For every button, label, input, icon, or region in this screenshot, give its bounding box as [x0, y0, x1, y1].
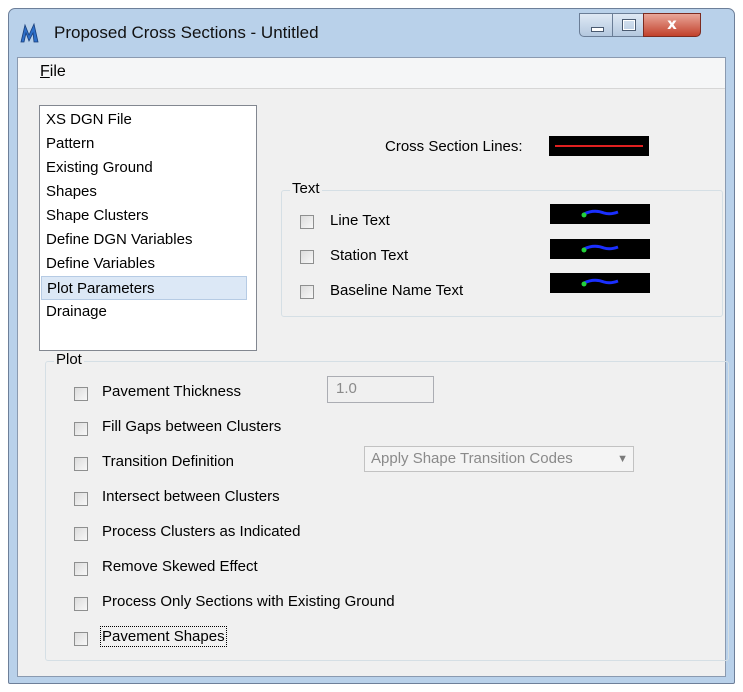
text-symbol-icon — [581, 209, 619, 218]
cross-section-lines-symbology[interactable] — [549, 136, 649, 156]
title-bar[interactable]: Proposed Cross Sections - Untitled x — [9, 9, 734, 57]
list-item-plot-parameters[interactable]: Plot Parameters — [41, 276, 247, 300]
text-symbol-icon — [581, 278, 619, 287]
remove-skewed-effect-label: Remove Skewed Effect — [102, 558, 258, 575]
plot-group: Plot Pavement Thickness 1.0 Fill Gaps be… — [45, 351, 729, 661]
menu-file-label: ile — [49, 63, 66, 80]
menu-file[interactable]: File — [40, 63, 66, 81]
pavement-shapes-label: Pavement Shapes — [100, 626, 227, 647]
cross-section-lines-label: Cross Section Lines: — [385, 138, 523, 155]
list-item-xs-dgn-file[interactable]: XS DGN File — [41, 108, 252, 132]
intersect-between-clusters-label: Intersect between Clusters — [102, 488, 280, 505]
window-title: Proposed Cross Sections - Untitled — [54, 23, 319, 42]
list-item-shapes[interactable]: Shapes — [41, 180, 252, 204]
minimize-icon — [591, 27, 604, 32]
proposed-cross-sections-window: Proposed Cross Sections - Untitled x Fil… — [8, 8, 735, 684]
pavement-thickness-input[interactable]: 1.0 — [327, 376, 434, 403]
plot-group-label: Plot — [54, 351, 84, 368]
list-item-pattern[interactable]: Pattern — [41, 132, 252, 156]
red-line-sample — [555, 145, 643, 147]
close-button[interactable]: x — [643, 13, 701, 37]
list-item-define-variables[interactable]: Define Variables — [41, 252, 252, 276]
close-icon: x — [667, 15, 677, 33]
intersect-between-clusters-checkbox[interactable] — [74, 492, 88, 506]
process-clusters-label: Process Clusters as Indicated — [102, 523, 301, 540]
transition-definition-checkbox[interactable] — [74, 457, 88, 471]
maximize-button[interactable] — [612, 13, 644, 37]
line-text-symbology[interactable] — [550, 204, 650, 224]
station-text-symbology[interactable] — [550, 239, 650, 259]
list-item-shape-clusters[interactable]: Shape Clusters — [41, 204, 252, 228]
chevron-down-icon: ▼ — [617, 453, 628, 465]
process-only-sections-checkbox[interactable] — [74, 597, 88, 611]
menu-bar: File — [18, 58, 725, 89]
pavement-shapes-checkbox[interactable] — [74, 632, 88, 646]
text-symbol-icon — [581, 244, 619, 253]
list-item-existing-ground[interactable]: Existing Ground — [41, 156, 252, 180]
line-text-label: Line Text — [330, 212, 390, 229]
text-group-label: Text — [290, 180, 322, 197]
text-group: Text Line Text Station Text Baseline Nam… — [281, 180, 723, 317]
transition-definition-label: Transition Definition — [102, 453, 235, 470]
process-only-sections-label: Process Only Sections with Existing Grou… — [102, 593, 395, 610]
baseline-name-text-checkbox[interactable] — [300, 285, 314, 299]
baseline-name-text-label: Baseline Name Text — [330, 282, 464, 299]
category-list[interactable]: XS DGN File Pattern Existing Ground Shap… — [39, 105, 257, 351]
maximize-icon — [623, 20, 635, 30]
pavement-thickness-label: Pavement Thickness — [102, 383, 241, 400]
fill-gaps-checkbox[interactable] — [74, 422, 88, 436]
app-icon — [20, 22, 39, 43]
baseline-name-text-symbology[interactable] — [550, 273, 650, 293]
fill-gaps-label: Fill Gaps between Clusters — [102, 418, 282, 435]
list-item-drainage[interactable]: Drainage — [41, 300, 252, 324]
transition-select-value: Apply Shape Transition Codes — [371, 450, 573, 467]
list-item-define-dgn-variables[interactable]: Define DGN Variables — [41, 228, 252, 252]
minimize-button[interactable] — [579, 13, 613, 37]
line-text-checkbox[interactable] — [300, 215, 314, 229]
dialog-client-area: File XS DGN File Pattern Existing Ground… — [17, 57, 729, 677]
pavement-thickness-checkbox[interactable] — [74, 387, 88, 401]
station-text-label: Station Text — [330, 247, 409, 264]
menu-file-mnemonic: F — [40, 63, 50, 80]
transition-definition-select[interactable]: Apply Shape Transition Codes ▼ — [364, 446, 634, 472]
process-clusters-checkbox[interactable] — [74, 527, 88, 541]
station-text-checkbox[interactable] — [300, 250, 314, 264]
remove-skewed-effect-checkbox[interactable] — [74, 562, 88, 576]
